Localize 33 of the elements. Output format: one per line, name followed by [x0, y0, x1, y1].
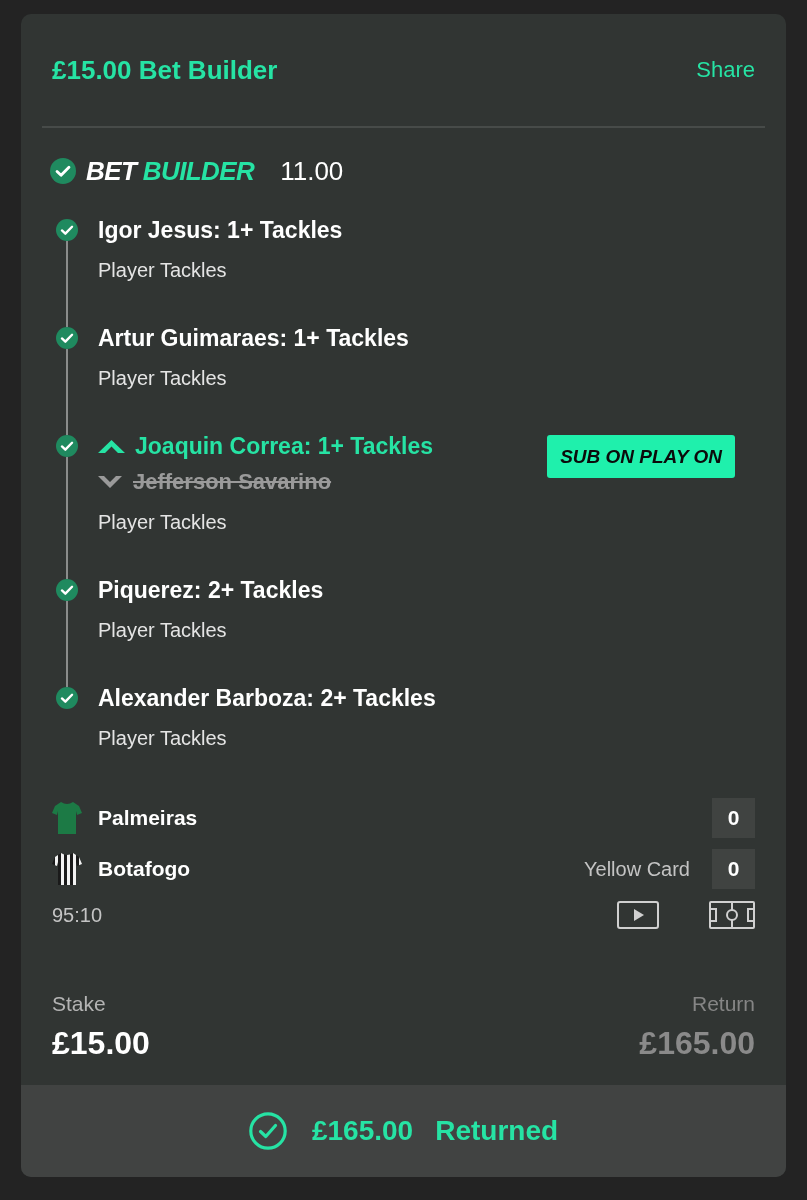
- market-label: Player Tackles: [98, 726, 228, 751]
- stat-label: Yellow Card: [584, 857, 690, 882]
- match-clock: 95:10: [52, 903, 103, 928]
- return-label: Return: [691, 991, 755, 1017]
- bet-title: £15.00 Bet Builder: [52, 54, 278, 86]
- selection-title: Joaquin Correa: 1+ Tackles: [135, 432, 434, 461]
- market-label: Player Tackles: [98, 258, 228, 283]
- replaced-player: Jefferson Savarino: [133, 469, 332, 495]
- return-amount: £165.00: [639, 1024, 755, 1062]
- odds-value: 11.00: [280, 156, 344, 186]
- selection-title: Artur Guimaraes: 1+ Tackles: [98, 324, 410, 353]
- score-value: 0: [712, 798, 755, 838]
- selection-title: Alexander Barboza: 2+ Tackles: [98, 684, 437, 713]
- bet-builder-logo: BET BUILDER: [86, 156, 255, 186]
- video-play-icon[interactable]: [617, 901, 659, 929]
- returned-amount: £165.00: [311, 1114, 414, 1148]
- market-label: Player Tackles: [98, 366, 228, 391]
- returned-label: Returned: [435, 1114, 559, 1148]
- stake-amount: £15.00: [52, 1024, 150, 1062]
- market-label: Player Tackles: [98, 510, 228, 535]
- up-chevron-icon: [98, 439, 125, 453]
- share-link[interactable]: Share: [696, 56, 755, 84]
- pitch-icon[interactable]: [709, 901, 755, 929]
- promo-badge: SUB ON PLAY ON: [547, 435, 735, 478]
- down-chevron-icon: [98, 476, 122, 488]
- stake-label: Stake: [52, 991, 106, 1017]
- selection-title: Piquerez: 2+ Tackles: [98, 576, 325, 605]
- team-name: Botafogo: [98, 856, 191, 882]
- team-name: Palmeiras: [98, 805, 198, 831]
- selection-title: Igor Jesus: 1+ Tackles: [98, 216, 344, 245]
- check-circle-icon: [248, 1112, 287, 1150]
- score-value: 0: [712, 849, 755, 889]
- market-label: Player Tackles: [98, 618, 228, 643]
